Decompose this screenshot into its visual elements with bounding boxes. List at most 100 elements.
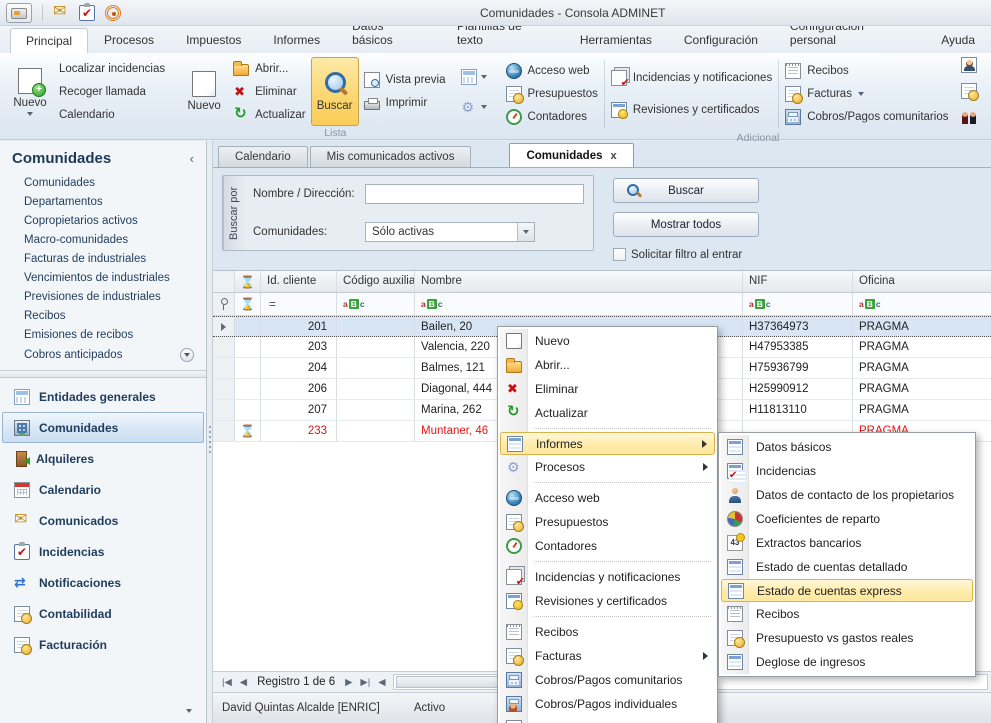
scroll-left-button[interactable]: ◀	[374, 677, 389, 688]
tab-impuestos[interactable]: Impuestos	[170, 27, 257, 53]
tab-herramientas[interactable]: Herramientas	[564, 27, 668, 53]
menu-item-contadores[interactable]: Contadores	[500, 534, 715, 558]
submenu-item-recibos[interactable]: Recibos	[721, 602, 973, 626]
header-nombre[interactable]: Nombre	[415, 271, 743, 292]
buscar-button[interactable]: Buscar	[613, 178, 759, 203]
revisiones-certificados-button[interactable]: Revisiones y certificados	[606, 99, 777, 122]
nuevo-big-button[interactable]: Nuevo	[6, 57, 54, 126]
filter-nombre[interactable]: aBc	[415, 293, 743, 315]
envelope-icon[interactable]	[53, 5, 69, 21]
lista-nuevo-button[interactable]: Nuevo	[180, 57, 228, 126]
module-incidencias[interactable]: Incidencias	[2, 536, 204, 567]
menu-item-informes[interactable]: Informes	[500, 432, 715, 455]
people-meeting-icon[interactable]	[961, 109, 977, 125]
tab-informes[interactable]: Informes	[257, 27, 336, 53]
module-alquileres[interactable]: Alquileres	[2, 443, 204, 474]
buscar-big-button[interactable]: Buscar	[311, 57, 359, 126]
close-tab-icon[interactable]: x	[611, 150, 617, 162]
filter-oficina[interactable]: aBc	[853, 293, 991, 315]
tab-principal[interactable]: Principal	[10, 28, 88, 53]
settings-dropdown[interactable]	[457, 95, 491, 119]
next-record-button[interactable]: ▶	[341, 677, 356, 688]
submenu-item-coeficientes[interactable]: Coeficientes de reparto	[721, 507, 973, 531]
dropdown-button[interactable]	[517, 223, 534, 241]
module-entidades-generales[interactable]: Entidades generales	[2, 381, 204, 412]
comunidades-select[interactable]: Sólo activas	[365, 222, 535, 242]
sidebar-item-previsiones[interactable]: Previsiones de industriales	[0, 288, 206, 307]
doc-tab-comunicados-activos[interactable]: Mis comunicados activos	[310, 146, 472, 167]
cobros-pagos-comunitarios-button[interactable]: Cobros/Pagos comunitarios	[780, 106, 953, 129]
sidebar-splitter[interactable]	[0, 370, 206, 378]
filter-codigo[interactable]: aBc	[337, 293, 415, 315]
collapse-chevron-icon[interactable]: ‹	[190, 151, 194, 166]
menu-item-cobros-individuales[interactable]: Cobros/Pagos individuales	[500, 692, 715, 716]
doc-tab-comunidades[interactable]: Comunidades x	[509, 143, 633, 167]
filter-id[interactable]: =	[261, 293, 337, 315]
tab-ayuda[interactable]: Ayuda	[925, 27, 991, 53]
sidebar-item-cobros-anticipados[interactable]: Cobros anticipados	[0, 345, 206, 366]
sidebar-item-macro-comunidades[interactable]: Macro-comunidades	[0, 231, 206, 250]
imprimir-button[interactable]: Imprimir	[359, 92, 451, 115]
submenu-item-estado-detallado[interactable]: Estado de cuentas detallado	[721, 555, 973, 579]
module-contabilidad[interactable]: Contabilidad	[2, 598, 204, 629]
submenu-item-incidencias[interactable]: Incidencias	[721, 459, 973, 483]
submenu-item-presupuesto-vs-gastos[interactable]: Presupuesto vs gastos reales	[721, 626, 973, 650]
module-facturacion[interactable]: Facturación	[2, 629, 204, 660]
clipboard-check-icon[interactable]	[79, 5, 95, 21]
calendario-button[interactable]: Calendario	[54, 103, 170, 126]
sidebar-more-chevron-icon[interactable]	[186, 709, 192, 713]
last-record-button[interactable]: ▶|	[356, 677, 374, 688]
module-notificaciones[interactable]: Notificaciones	[2, 567, 204, 598]
menu-item-recibos[interactable]: Recibos	[500, 620, 715, 644]
ledger-coin-icon[interactable]	[961, 83, 977, 99]
module-calendario[interactable]: Calendario	[2, 474, 204, 505]
menu-item-cobros-comunitarios[interactable]: Cobros/Pagos comunitarios	[500, 668, 715, 692]
contadores-button[interactable]: Contadores	[501, 106, 603, 129]
broadcast-icon[interactable]	[105, 5, 121, 21]
doc-tab-calendario[interactable]: Calendario	[218, 146, 308, 167]
eliminar-button[interactable]: Eliminar	[228, 80, 311, 103]
scroll-down-circle-icon[interactable]	[180, 348, 194, 362]
recibos-button[interactable]: Recibos	[780, 60, 953, 83]
menu-item-facturas[interactable]: Facturas	[500, 644, 715, 668]
prev-record-button[interactable]: ◀	[236, 677, 251, 688]
localizar-incidencias-button[interactable]: Localizar incidencias	[54, 57, 170, 80]
presupuestos-button[interactable]: Presupuestos	[501, 83, 603, 106]
vertical-splitter[interactable]	[207, 141, 213, 723]
submenu-item-deglose-ingresos[interactable]: Deglose de ingresos	[721, 650, 973, 674]
menu-item-procesos[interactable]: Procesos	[500, 455, 715, 479]
menu-item-presupuestos[interactable]: Presupuestos	[500, 510, 715, 534]
recoger-llamada-button[interactable]: Recoger llamada	[54, 80, 170, 103]
sidebar-item-recibos[interactable]: Recibos	[0, 307, 206, 326]
header-nif[interactable]: NIF	[743, 271, 853, 292]
tab-configuracion[interactable]: Configuración	[668, 27, 774, 53]
facturas-dropdown[interactable]: Facturas	[780, 83, 953, 106]
grid-view-dropdown[interactable]	[457, 65, 491, 89]
menu-item-revisiones-certificados[interactable]: Revisiones y certificados	[500, 589, 715, 613]
vista-previa-button[interactable]: Vista previa	[359, 69, 451, 92]
sidebar-item-facturas-industriales[interactable]: Facturas de industriales	[0, 250, 206, 269]
abrir-button[interactable]: Abrir...	[228, 57, 311, 80]
filter-pin[interactable]	[213, 293, 235, 315]
submenu-item-datos-basicos[interactable]: Datos básicos	[721, 435, 973, 459]
solicitar-filtro-checkbox[interactable]	[613, 248, 626, 261]
app-menu-button[interactable]	[6, 3, 32, 23]
submenu-item-datos-contacto[interactable]: Datos de contacto de los propietarios	[721, 483, 973, 507]
sidebar-item-comunidades[interactable]: Comunidades	[0, 174, 206, 193]
actualizar-button[interactable]: Actualizar	[228, 103, 311, 126]
incidencias-notificaciones-button[interactable]: Incidencias y notificaciones	[606, 66, 777, 89]
first-record-button[interactable]: |◀	[218, 677, 236, 688]
module-comunicados[interactable]: Comunicados	[2, 505, 204, 536]
menu-item-abrir[interactable]: Abrir...	[500, 353, 715, 377]
menu-item-nuevo[interactable]: Nuevo	[500, 329, 715, 353]
person-card-icon[interactable]	[961, 57, 977, 73]
acceso-web-button[interactable]: Acceso web	[501, 60, 603, 83]
tab-procesos[interactable]: Procesos	[88, 27, 170, 53]
sidebar-item-vencimientos[interactable]: Vencimientos de industriales	[0, 269, 206, 288]
header-hourglass[interactable]	[235, 271, 261, 292]
mostrar-todos-button[interactable]: Mostrar todos	[613, 212, 759, 237]
nombre-direccion-input[interactable]	[365, 184, 584, 204]
menu-item-actualizar[interactable]: Actualizar	[500, 401, 715, 425]
sidebar-item-departamentos[interactable]: Departamentos	[0, 193, 206, 212]
menu-item-incidencias-notificaciones[interactable]: Incidencias y notificaciones	[500, 565, 715, 589]
